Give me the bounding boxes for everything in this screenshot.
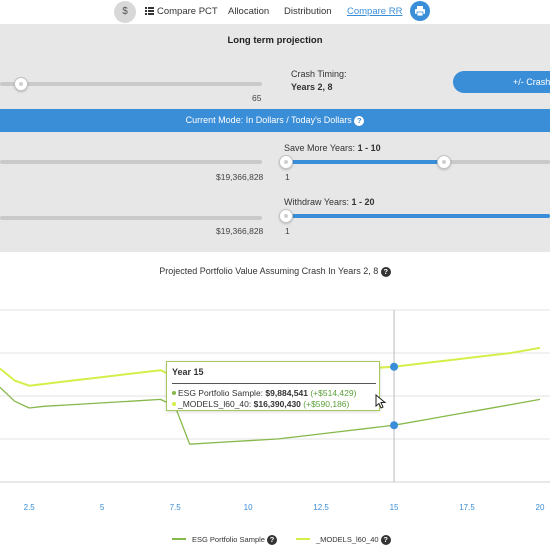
hover-point-1 [390,362,399,371]
x-tick-1: 5 [100,503,105,512]
x-tick-6: 17.5 [459,503,475,512]
legend-esg-help-icon[interactable]: ? [267,535,278,545]
tooltip-esg-value: $9,884,541 [265,388,308,398]
legend-item-esg[interactable]: ESG Portfolio Sample ? [172,535,278,545]
hover-point-0 [390,421,399,430]
tooltip-esg-name: ESG Portfolio Sample: [178,388,264,398]
tooltip-row-esg: ESG Portfolio Sample: $9,884,541 (+$514,… [172,388,356,398]
tooltip-title: Year 15 [172,367,204,377]
legend-models-label: _MODELS_l60_40 [316,535,379,544]
esg-dot-icon [172,391,176,395]
chart-x-ticks: 2.5 5 7.5 10 12.5 15 17.5 20 [24,503,545,512]
legend-item-models[interactable]: _MODELS_l60_40 ? [296,535,391,545]
tooltip-divider [172,383,376,384]
mouse-cursor-icon [375,394,387,409]
esg-swatch-icon [172,538,186,540]
tooltip-esg-change: (+$514,429) [310,388,357,398]
x-tick-5: 15 [390,503,399,512]
tooltip-models-name: _MODELS_l60_40: [178,399,252,409]
x-tick-0: 2.5 [24,503,36,512]
x-tick-7: 20 [536,503,545,512]
x-tick-2: 7.5 [170,503,182,512]
legend-models-help-icon[interactable]: ? [380,535,391,545]
x-tick-4: 12.5 [313,503,329,512]
tooltip-models-change: (+$590,186) [303,399,350,409]
tooltip-row-models: _MODELS_l60_40: $16,390,430 (+$590,186) [172,399,349,409]
chart-tooltip: Year 15 ESG Portfolio Sample: $9,884,541… [166,361,380,411]
x-tick-3: 10 [244,503,253,512]
projection-chart[interactable]: 2.5 5 7.5 10 12.5 15 17.5 20 [0,0,550,550]
models-dot-icon [172,402,176,406]
legend-esg-label: ESG Portfolio Sample [192,535,265,544]
tooltip-models-value: $16,390,430 [253,399,301,409]
models-swatch-icon [296,538,310,540]
